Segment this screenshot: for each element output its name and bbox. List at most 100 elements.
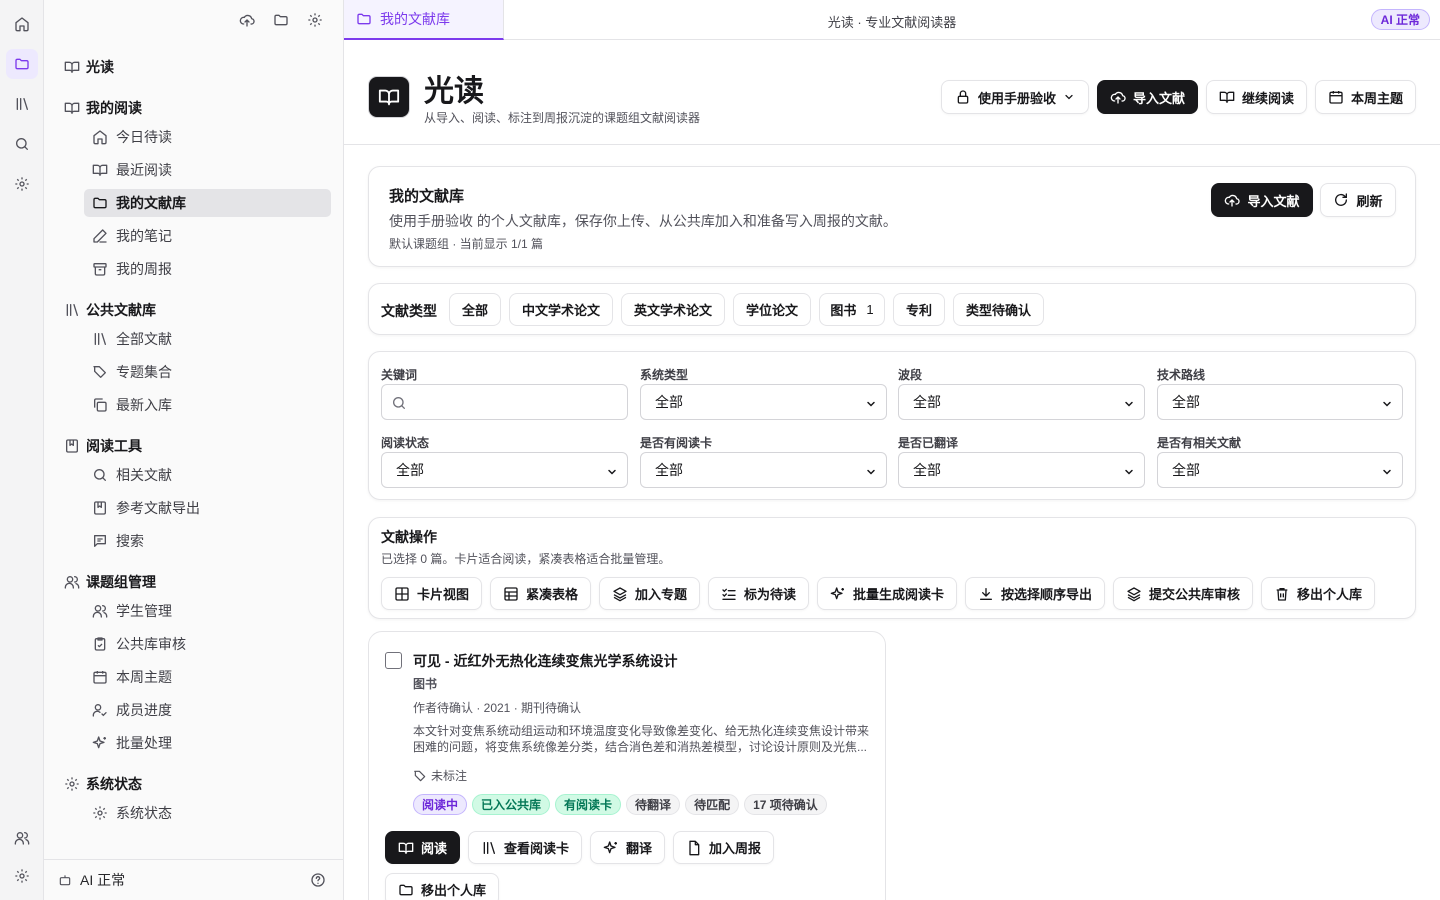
type-chip-patent[interactable]: 专利 (893, 293, 945, 326)
system-type-select[interactable]: 全部 (640, 384, 887, 420)
sidebar-item-review[interactable]: 公共库审核 (84, 630, 331, 658)
sidebar-item-progress[interactable]: 成员进度 (84, 696, 331, 724)
sidebar-item-search[interactable]: 搜索 (84, 527, 331, 555)
type-chip-book[interactable]: 图书 1 (819, 293, 885, 326)
document-title[interactable]: 可见 - 近红外无热化连续变焦光学系统设计 (413, 651, 677, 671)
sidebar-item-students[interactable]: 学生管理 (84, 597, 331, 625)
continue-label: 继续阅读 (1242, 90, 1295, 106)
read-status-label: 阅读状态 (381, 436, 430, 450)
sidebar-item-week-theme[interactable]: 本周主题 (84, 663, 331, 691)
sidebar-item-ref-export[interactable]: 参考文献导出 (84, 494, 331, 522)
users-icon (92, 605, 108, 618)
section-label: 系统状态 (86, 776, 142, 792)
home-icon[interactable] (6, 9, 38, 39)
user-select-button[interactable]: 使用手册验收 (941, 80, 1089, 114)
button-label: 翻译 (626, 841, 653, 856)
sidebar-item-label: 最近阅读 (116, 162, 172, 178)
related-docs-select[interactable]: 全部 (1157, 452, 1403, 488)
export-order-button[interactable]: 按选择顺序导出 (965, 577, 1105, 610)
batch-card-button[interactable]: 批量生成阅读卡 (817, 577, 957, 610)
sidebar-item-batch[interactable]: 批量处理 (84, 729, 331, 757)
sidebar-brand[interactable]: 光读 (64, 56, 114, 78)
library-import-button[interactable]: 导入文献 (1211, 183, 1313, 217)
sidebar-item-related[interactable]: 相关文献 (84, 461, 331, 489)
sidebar-item-newest[interactable]: 最新入库 (84, 391, 331, 419)
button-label: 阅读 (421, 841, 448, 856)
add-weekly-button[interactable]: 加入周报 (673, 831, 774, 864)
import-label: 导入文献 (1133, 90, 1186, 106)
type-chip-thesis[interactable]: 学位论文 (733, 293, 811, 326)
sidebar-item-today[interactable]: 今日待读 (84, 123, 331, 151)
section-reading-tools[interactable]: 阅读工具 (64, 435, 142, 457)
sidebar-item-system-status[interactable]: 系统状态 (84, 799, 331, 827)
translated-select[interactable]: 全部 (898, 452, 1145, 488)
import-button[interactable]: 导入文献 (1097, 80, 1198, 114)
type-chip-cn-paper[interactable]: 中文学术论文 (509, 293, 613, 326)
tech-route-select[interactable]: 全部 (1157, 384, 1403, 420)
type-chip-all[interactable]: 全部 (449, 293, 501, 326)
refresh-button[interactable]: 刷新 (1320, 183, 1396, 217)
remove-personal-doc-button[interactable]: 移出个人库 (385, 873, 499, 900)
sidebar-item-collections[interactable]: 专题集合 (84, 358, 331, 386)
select-checkbox[interactable] (385, 652, 402, 669)
user-check-icon (92, 704, 107, 717)
upload-icon[interactable] (235, 8, 259, 32)
chip-label: 英文学术论文 (633, 303, 712, 318)
has-card-select[interactable]: 全部 (640, 452, 887, 488)
library-icon[interactable] (6, 89, 38, 119)
folder-icon[interactable] (269, 8, 293, 32)
sidebar-item-recent[interactable]: 最近阅读 (84, 156, 331, 184)
button-label: 按选择顺序导出 (1001, 587, 1093, 602)
ai-status-label: AI 正常 (80, 872, 126, 888)
keyword-input[interactable] (381, 384, 628, 420)
search-icon[interactable] (6, 129, 38, 159)
settings-icon[interactable] (6, 861, 38, 891)
button-label: 批量生成阅读卡 (853, 587, 945, 602)
settings-icon[interactable] (303, 8, 327, 32)
folder-icon[interactable] (6, 49, 38, 79)
submit-review-button[interactable]: 提交公共库审核 (1113, 577, 1253, 610)
mark-to-read-button[interactable]: 标为待读 (708, 577, 809, 610)
section-system-status[interactable]: 系统状态 (64, 773, 142, 795)
user-select-label: 使用手册验收 (977, 90, 1056, 106)
add-topic-button[interactable]: 加入专题 (599, 577, 700, 610)
band-select[interactable]: 全部 (898, 384, 1145, 420)
translate-button[interactable]: 翻译 (590, 831, 665, 864)
sidebar-item-weekly[interactable]: 我的周报 (84, 255, 331, 283)
document-type: 图书 (413, 677, 438, 691)
read-button[interactable]: 阅读 (385, 831, 460, 864)
import-label: 导入文献 (1247, 193, 1300, 209)
type-chip-unconfirmed[interactable]: 类型待确认 (953, 293, 1044, 326)
continue-reading-button[interactable]: 继续阅读 (1206, 80, 1307, 114)
help-icon[interactable] (310, 872, 326, 888)
compact-table-button[interactable]: 紧凑表格 (490, 577, 591, 610)
button-label: 移出个人库 (421, 883, 487, 898)
remove-personal-button[interactable]: 移出个人库 (1261, 577, 1375, 610)
read-status-select[interactable]: 全部 (381, 452, 628, 488)
status-badge: 有阅读卡 (555, 794, 622, 815)
sidebar-item-notes[interactable]: 我的笔记 (84, 222, 331, 250)
settings-icon[interactable] (6, 169, 38, 199)
page-header: 光读 从导入、阅读、标注到周报沉淀的课题组文献阅读器 使用手册验收 导入文献 继… (344, 40, 1440, 145)
section-public-library[interactable]: 公共文献库 (64, 299, 156, 321)
sidebar-item-all-docs[interactable]: 全部文献 (84, 325, 331, 353)
button-label: 加入周报 (709, 841, 762, 856)
week-theme-button[interactable]: 本周主题 (1315, 80, 1416, 114)
users-icon (64, 576, 80, 589)
card-view-button[interactable]: 卡片视图 (381, 577, 482, 610)
users-icon[interactable] (6, 823, 38, 853)
section-group-management[interactable]: 课题组管理 (64, 571, 156, 593)
chevron-down-icon (608, 469, 616, 475)
lock-icon (957, 90, 969, 104)
home-icon (93, 130, 107, 145)
sidebar-item-label: 公共库审核 (116, 636, 186, 652)
sidebar-item-my-library[interactable]: 我的文献库 (84, 189, 331, 217)
sidebar-item-label: 我的周报 (116, 261, 172, 277)
chevron-down-icon (1383, 469, 1391, 475)
bot-icon (59, 875, 71, 886)
ai-status-badge: AI 正常 (1370, 9, 1430, 30)
section-my-reading[interactable]: 我的阅读 (64, 97, 142, 119)
view-reading-card-button[interactable]: 查看阅读卡 (468, 831, 582, 864)
type-chip-en-paper[interactable]: 英文学术论文 (621, 293, 725, 326)
section-label: 我的阅读 (86, 100, 142, 116)
